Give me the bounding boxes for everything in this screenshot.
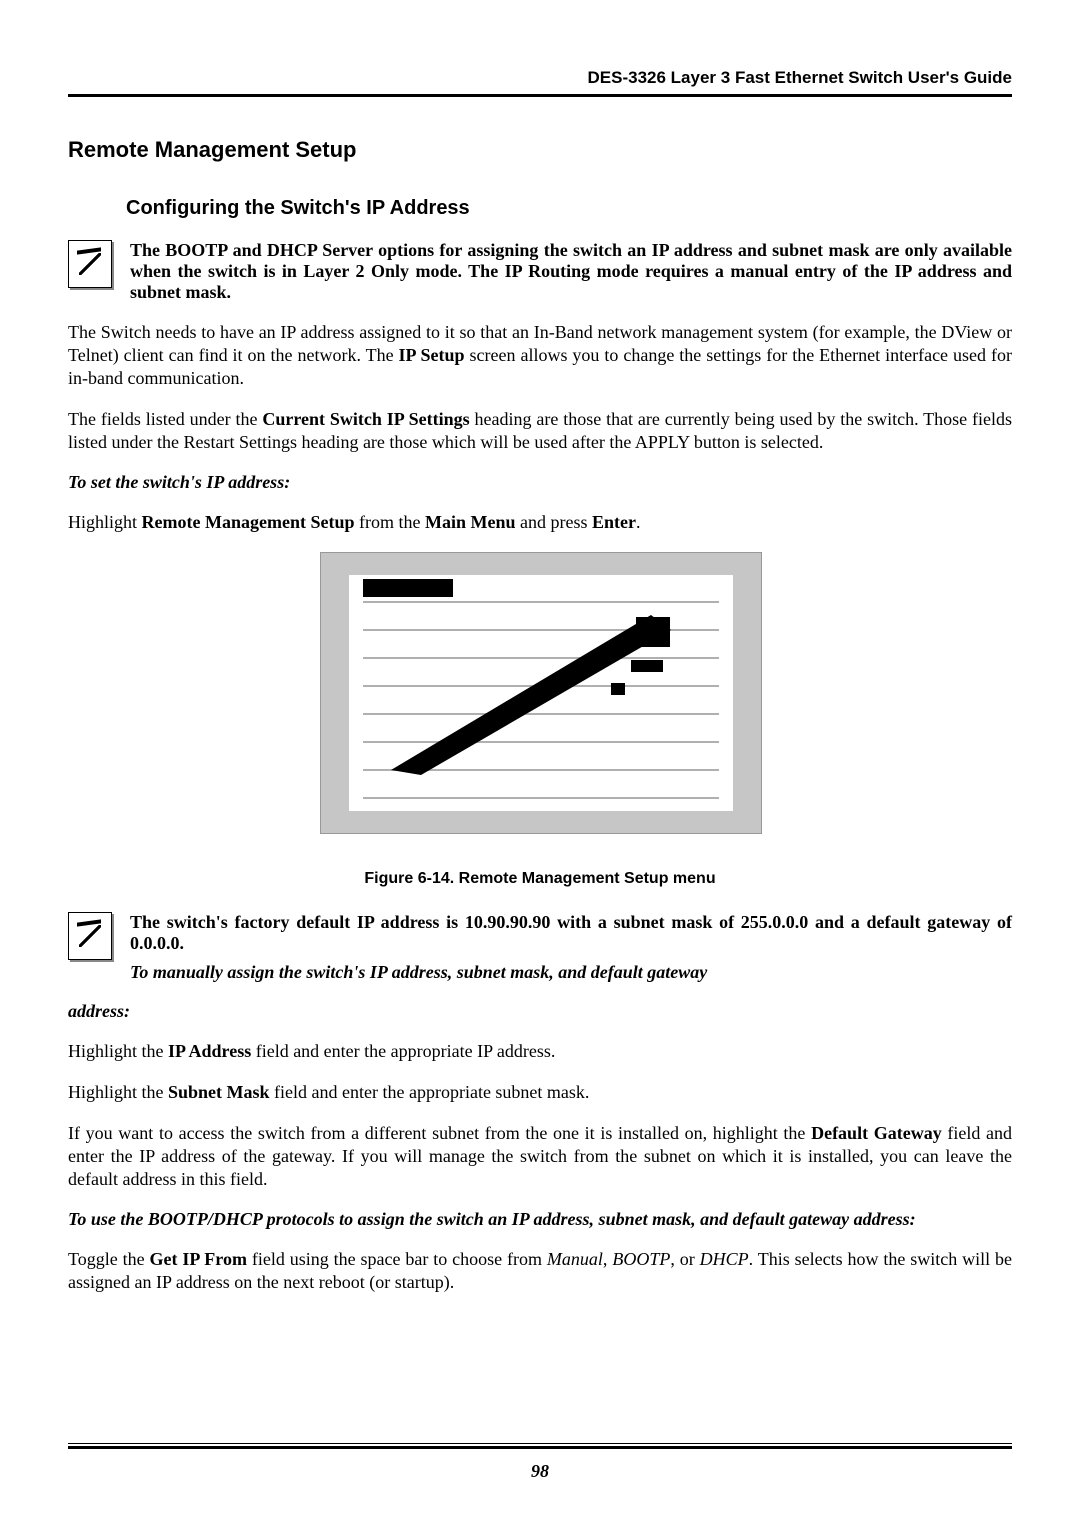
text: The fields listed under the: [68, 409, 262, 429]
paragraph-7: Toggle the Get IP From field using the s…: [68, 1248, 1012, 1294]
text: field and enter the appropriate subnet m…: [270, 1082, 590, 1102]
text: , or: [670, 1249, 699, 1269]
bold-text: Current Switch IP Settings: [262, 409, 469, 429]
text: Highlight the: [68, 1041, 168, 1061]
page-footer: 98: [68, 1443, 1012, 1482]
italic-text: Manual: [547, 1249, 603, 1269]
note-icon: [68, 240, 112, 288]
bold-text: Subnet Mask: [168, 1082, 270, 1102]
text: Toggle the: [68, 1249, 150, 1269]
bold-text: Remote Management Setup: [142, 512, 355, 532]
figure-caption: Figure 6-14. Remote Management Setup men…: [68, 870, 1012, 888]
bold-text: Get IP From: [150, 1249, 247, 1269]
note-subheading: To manually assign the switch's IP addre…: [130, 962, 1012, 983]
paragraph-1: The Switch needs to have an IP address a…: [68, 321, 1012, 390]
note-subheading-tail: address:: [68, 1001, 1012, 1022]
running-header: DES-3326 Layer 3 Fast Ethernet Switch Us…: [68, 68, 1012, 88]
footer-rule: [68, 1446, 1012, 1449]
note-block-2: The switch's factory default IP address …: [68, 912, 1012, 983]
italic-text: BOOTP: [612, 1249, 670, 1269]
text: ,: [603, 1249, 612, 1269]
text: If you want to access the switch from a …: [68, 1123, 811, 1143]
paragraph-5: Highlight the Subnet Mask field and ente…: [68, 1081, 1012, 1104]
note-icon: [68, 912, 112, 960]
paragraph-2: The fields listed under the Current Swit…: [68, 408, 1012, 454]
text: Highlight the: [68, 1082, 168, 1102]
note-block-1: The BOOTP and DHCP Server options for as…: [68, 240, 1012, 303]
footer-rule: [68, 1443, 1012, 1444]
page-number: 98: [68, 1461, 1012, 1482]
bold-text: IP Address: [168, 1041, 251, 1061]
text: and press: [515, 512, 591, 532]
text: Highlight: [68, 512, 142, 532]
bold-text: Default Gateway: [811, 1123, 942, 1143]
bold-text: IP Setup: [399, 345, 465, 365]
note-text-2: The switch's factory default IP address …: [130, 912, 1012, 954]
paragraph-6: If you want to access the switch from a …: [68, 1122, 1012, 1191]
figure-image: [320, 552, 762, 834]
note-text-1: The BOOTP and DHCP Server options for as…: [130, 240, 1012, 303]
text: field using the space bar to choose from: [247, 1249, 547, 1269]
figure-6-14: [320, 552, 760, 834]
section-heading-1: Remote Management Setup: [68, 137, 1012, 163]
paragraph-4: Highlight the IP Address field and enter…: [68, 1040, 1012, 1063]
paragraph-3: Highlight Remote Management Setup from t…: [68, 511, 1012, 534]
section-heading-2: Configuring the Switch's IP Address: [126, 197, 1012, 220]
bold-text: Enter: [592, 512, 636, 532]
subheading-2: To use the BOOTP/DHCP protocols to assig…: [68, 1209, 1012, 1230]
header-rule: [68, 94, 1012, 97]
subheading-1: To set the switch's IP address:: [68, 472, 1012, 493]
text: .: [636, 512, 641, 532]
text: field and enter the appropriate IP addre…: [251, 1041, 555, 1061]
italic-text: DHCP: [700, 1249, 749, 1269]
bold-text: Main Menu: [425, 512, 516, 532]
text: from the: [354, 512, 424, 532]
